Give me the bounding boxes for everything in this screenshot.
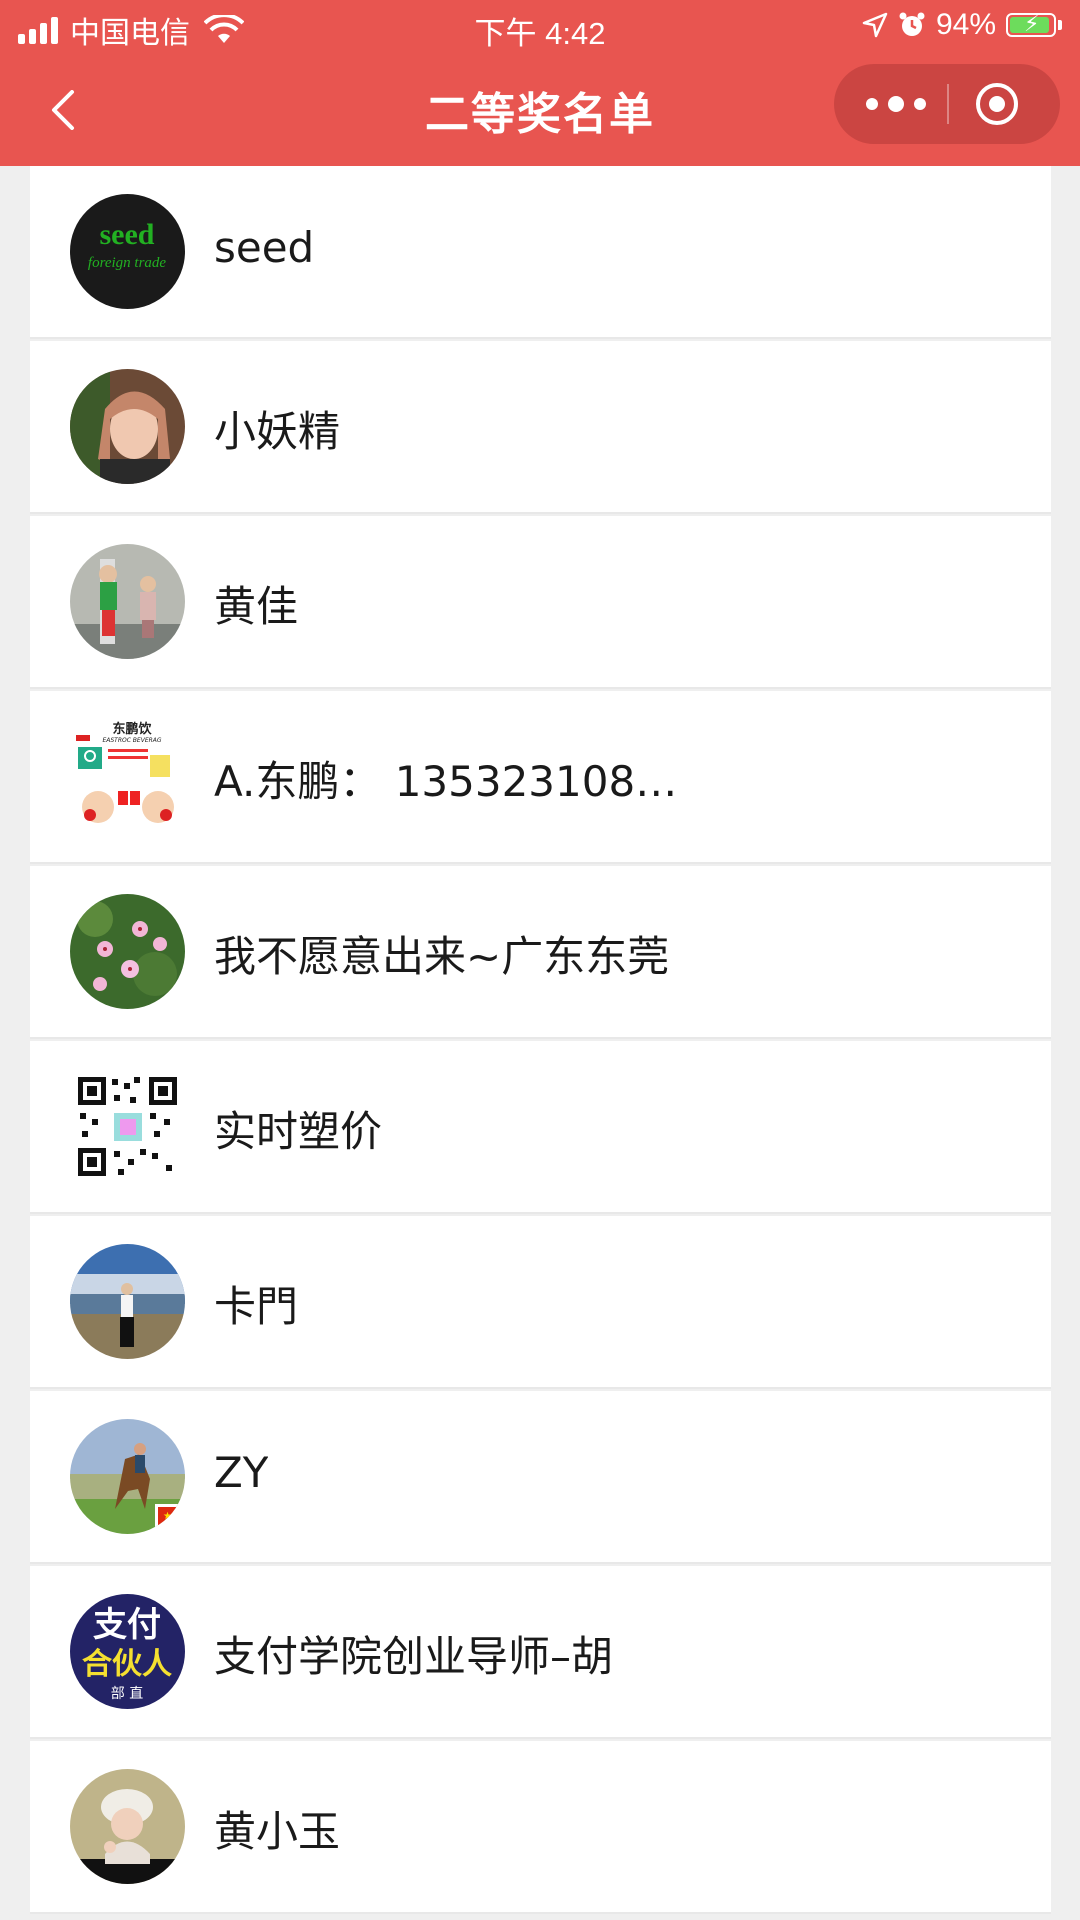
- svg-text:foreign trade: foreign trade: [88, 255, 167, 271]
- winner-name: 支付学院创业导师–胡: [214, 1632, 614, 1681]
- list-item[interactable]: 我不愿意出来~广东东莞: [30, 866, 1051, 1039]
- avatar: ★: [70, 1419, 185, 1534]
- avatar: [70, 1069, 185, 1184]
- svg-text:★: ★: [163, 1511, 172, 1522]
- winner-name: A.东鹏： 135323108…: [214, 757, 678, 806]
- winner-name: 小妖精: [214, 407, 341, 456]
- header: 中国电信 下午 4:42 94% ⚡ 二等奖名单: [0, 0, 1080, 166]
- menu-capsule: [834, 64, 1060, 144]
- list-item[interactable]: 支付 合伙人 部 直 支付学院创业导师–胡: [30, 1566, 1051, 1739]
- svg-text:合伙人: 合伙人: [82, 1647, 172, 1682]
- avatar: 支付 合伙人 部 直: [70, 1594, 185, 1709]
- list-item[interactable]: 卡門: [30, 1216, 1051, 1389]
- winner-list: seed foreign trade seed 小妖精 黄佳 东鹏饮 EASTR…: [30, 166, 1051, 1916]
- winner-name: 卡門: [214, 1282, 299, 1331]
- avatar: [70, 1769, 185, 1884]
- winner-name: ZY: [214, 1448, 269, 1497]
- winner-name: 黄小玉: [214, 1807, 341, 1856]
- list-item[interactable]: 实时塑价: [30, 1041, 1051, 1214]
- alarm-icon: [899, 12, 925, 36]
- list-item[interactable]: 黄佳: [30, 516, 1051, 689]
- svg-text:支付: 支付: [93, 1605, 161, 1645]
- winner-name: 黄佳: [214, 582, 299, 631]
- winner-name: seed: [214, 223, 315, 272]
- list-item[interactable]: seed foreign trade seed: [30, 166, 1051, 339]
- more-button[interactable]: [866, 64, 926, 144]
- status-bar: 中国电信 下午 4:42 94% ⚡: [0, 0, 1080, 54]
- list-item[interactable]: 小妖精: [30, 341, 1051, 514]
- more-dots-icon: [866, 98, 878, 110]
- battery-percent: 94%: [935, 8, 996, 41]
- avatar-logo-text: seed: [100, 218, 155, 251]
- svg-text:EASTROC BEVERAG: EASTROC BEVERAG: [102, 737, 161, 744]
- list-item[interactable]: 黄小玉: [30, 1741, 1051, 1914]
- list-item[interactable]: 东鹏饮 EASTROC BEVERAG A.东鹏： 135323108…: [30, 691, 1051, 864]
- winner-name: 实时塑价: [214, 1107, 383, 1156]
- avatar: [70, 369, 185, 484]
- close-button[interactable]: [974, 81, 1020, 127]
- svg-text:东鹏饮: 东鹏饮: [112, 721, 152, 737]
- winner-name: 我不愿意出来~广东东莞: [214, 932, 670, 981]
- list-item[interactable]: ★ ZY: [30, 1391, 1051, 1564]
- location-icon: [862, 12, 888, 38]
- avatar: [70, 894, 185, 1009]
- avatar: [70, 544, 185, 659]
- avatar: [70, 1244, 185, 1359]
- avatar: 东鹏饮 EASTROC BEVERAG: [70, 719, 185, 834]
- nav-bar: 二等奖名单: [0, 54, 1080, 166]
- svg-text:部 直: 部 直: [111, 1685, 143, 1702]
- battery-icon: ⚡: [1006, 11, 1056, 37]
- avatar: seed foreign trade: [70, 194, 185, 309]
